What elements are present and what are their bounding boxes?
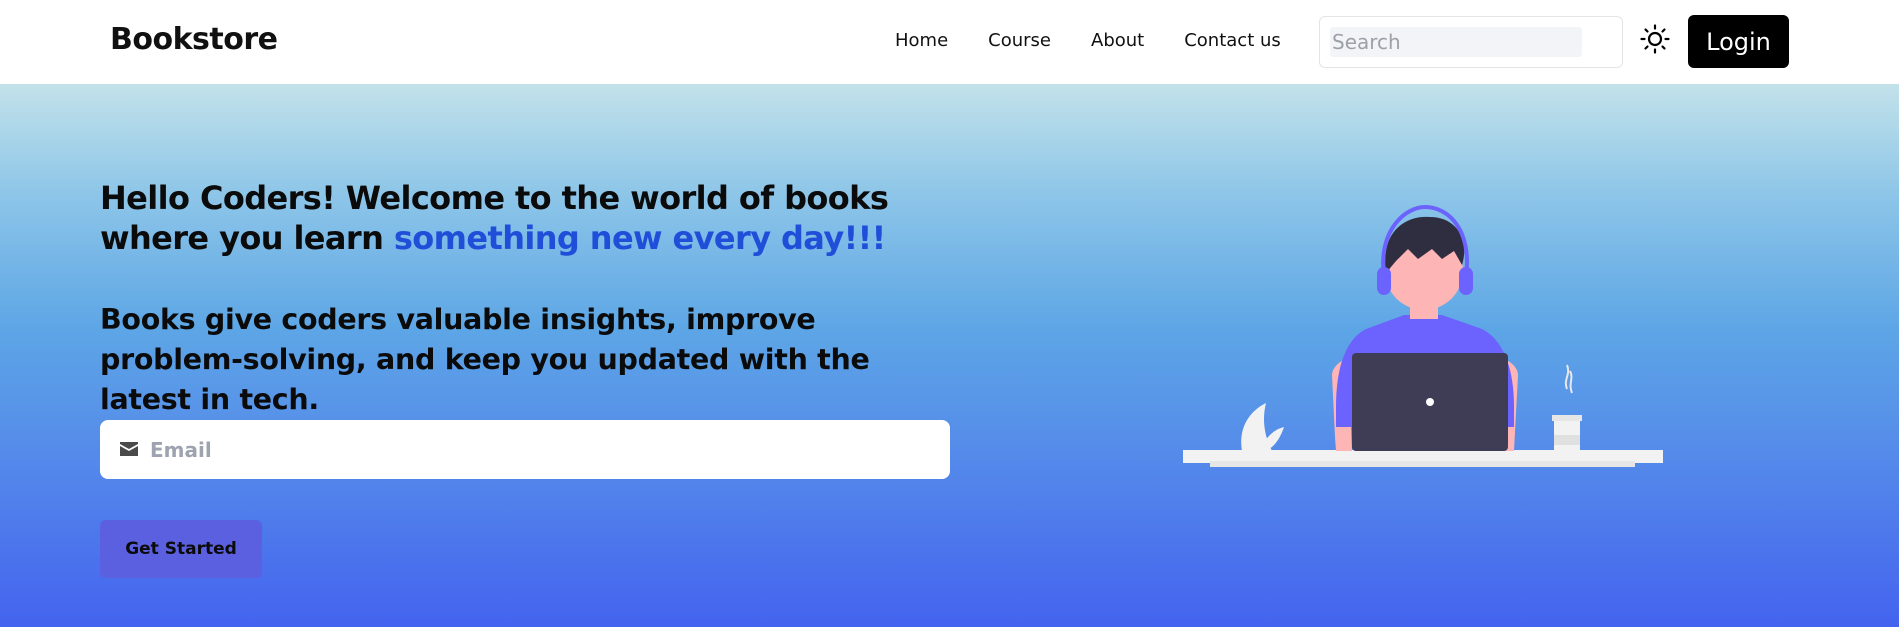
get-started-button[interactable]: Get Started (100, 520, 262, 578)
headline-accent-text: something new every day!!! (393, 219, 886, 257)
hero-section: Hello Coders! Welcome to the world of bo… (0, 84, 1899, 627)
search-container (1319, 16, 1623, 68)
nav-link-course[interactable]: Course (988, 30, 1051, 51)
login-button[interactable]: Login (1688, 15, 1789, 68)
sun-icon[interactable] (1638, 22, 1672, 56)
envelope-icon (120, 442, 138, 456)
email-input[interactable] (150, 432, 930, 468)
hero-subtext: Books give coders valuable insights, imp… (100, 303, 870, 416)
search-input[interactable] (1330, 27, 1582, 57)
brand-logo[interactable]: Bookstore (110, 22, 278, 57)
nav-menu: Home Course About Contact us (895, 30, 1281, 51)
navbar: Bookstore Home Course About Contact us L… (0, 0, 1899, 84)
hero-headline: Hello Coders! Welcome to the world of bo… (100, 178, 960, 258)
person-with-laptop-illustration (1183, 204, 1663, 467)
nav-link-about[interactable]: About (1091, 30, 1144, 51)
nav-link-home[interactable]: Home (895, 30, 948, 51)
nav-link-contact[interactable]: Contact us (1184, 30, 1281, 51)
email-field-container (100, 420, 950, 479)
